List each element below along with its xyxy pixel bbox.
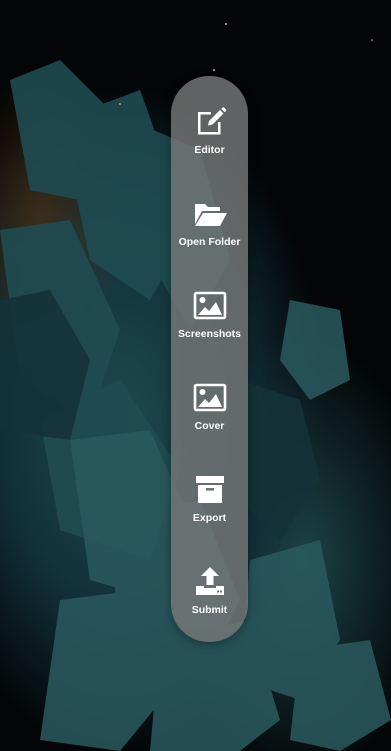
dock-item-label: Export bbox=[192, 512, 227, 524]
image-icon bbox=[192, 382, 228, 414]
dock-item-submit[interactable]: Submit bbox=[171, 566, 248, 646]
upload-icon bbox=[192, 566, 228, 598]
dock-item-export[interactable]: Export bbox=[171, 474, 248, 554]
dock-item-label: Screenshots bbox=[177, 328, 242, 340]
vertical-dock: Editor Open Folder Screenshots Cover Exp… bbox=[171, 76, 248, 642]
dock-item-cover[interactable]: Cover bbox=[171, 382, 248, 462]
dock-item-screenshots[interactable]: Screenshots bbox=[171, 290, 248, 370]
dock-item-label: Submit bbox=[191, 604, 228, 616]
archive-box-icon bbox=[192, 474, 228, 506]
desktop-background: Editor Open Folder Screenshots Cover Exp… bbox=[0, 0, 391, 751]
dock-item-label: Editor bbox=[194, 144, 225, 156]
dock-item-editor[interactable]: Editor bbox=[171, 106, 248, 186]
image-icon bbox=[192, 290, 228, 322]
dock-item-label: Open Folder bbox=[178, 236, 241, 248]
folder-open-icon bbox=[192, 198, 228, 230]
edit-icon bbox=[192, 106, 228, 138]
dock-item-label: Cover bbox=[194, 420, 225, 432]
dock-item-open-folder[interactable]: Open Folder bbox=[171, 198, 248, 278]
